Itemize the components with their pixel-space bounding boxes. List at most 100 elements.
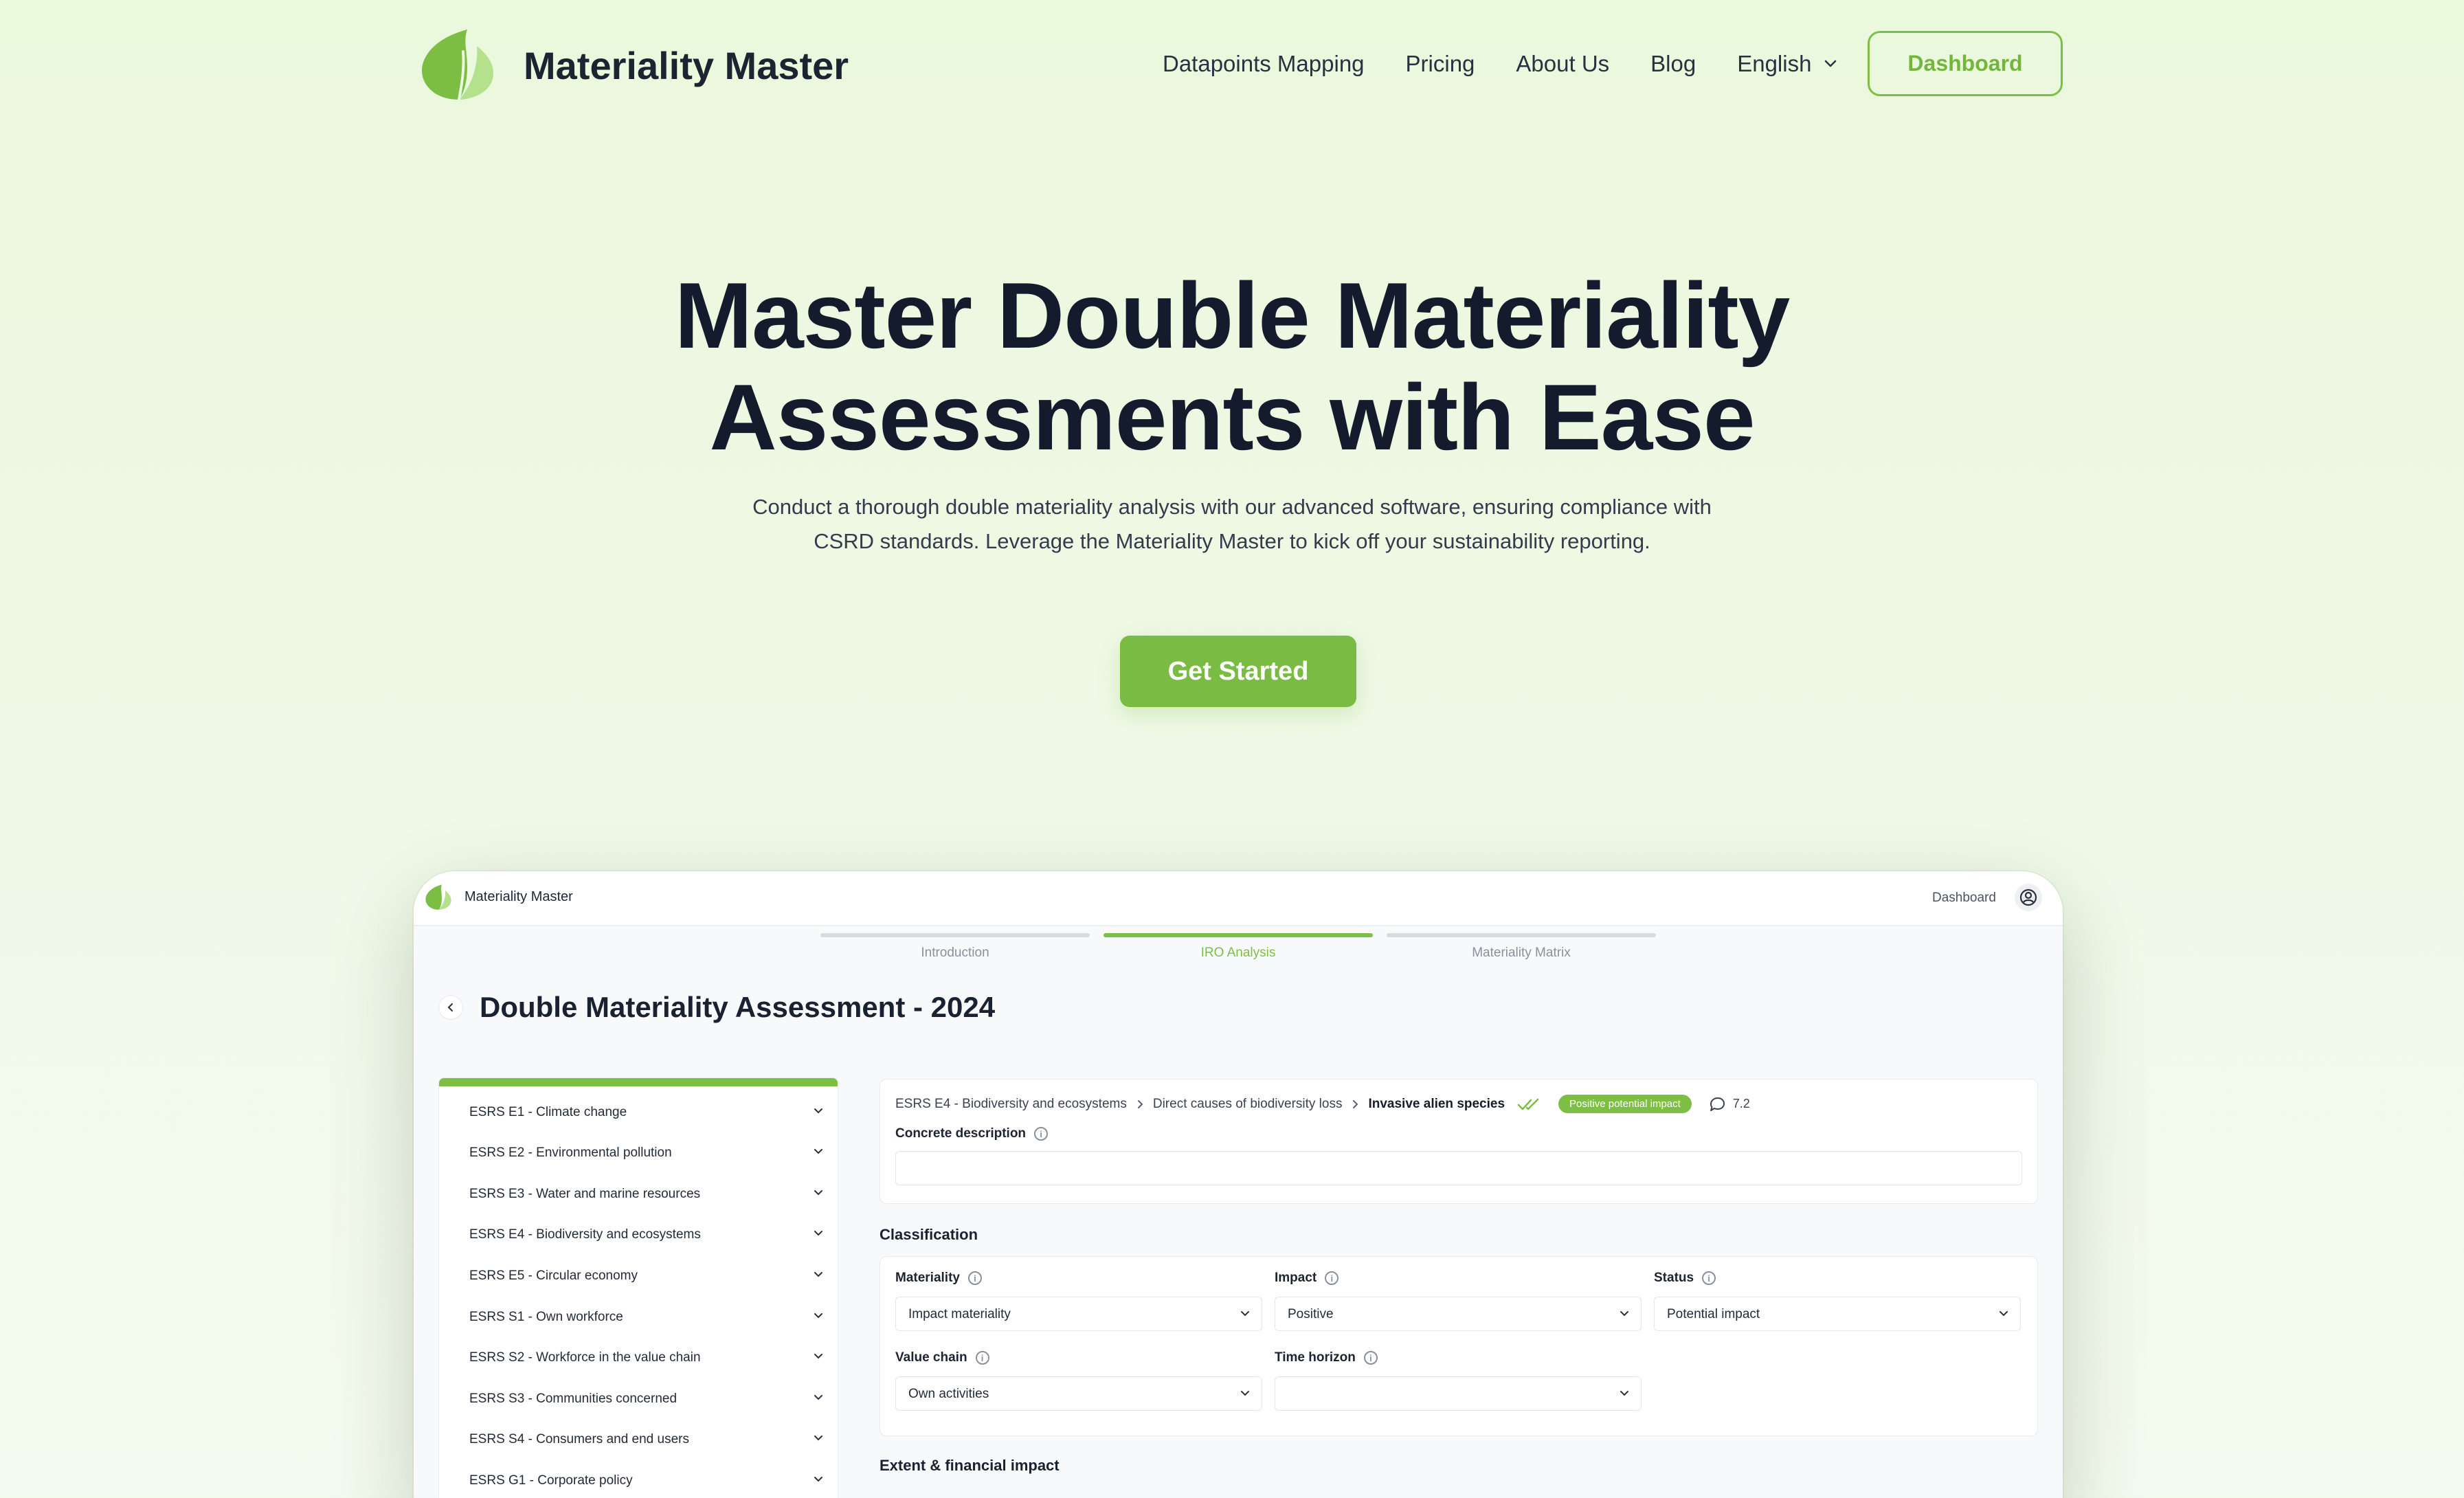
info-icon[interactable]: i — [975, 1351, 989, 1365]
status-label: Status i — [1654, 1271, 1716, 1286]
field-label-text: Status — [1654, 1271, 1694, 1285]
info-icon[interactable]: i — [1702, 1271, 1716, 1285]
sidebar-item-label: ESRS E2 - Environmental pollution — [469, 1145, 672, 1160]
hero-title-line-1: Master Double Materiality — [674, 263, 1791, 368]
hero-subtitle-line-2: CSRD standards. Leverage the Materiality… — [814, 529, 1650, 553]
esrs-topic-sidebar: ESRS E1 - Climate change ESRS E2 - Envir… — [438, 1077, 838, 1498]
chevron-down-icon — [1241, 1311, 1249, 1317]
info-icon[interactable]: i — [1325, 1271, 1339, 1285]
chevron-down-icon — [814, 1395, 822, 1400]
nav-link-blog[interactable]: Blog — [1650, 51, 1696, 77]
chevron-down-icon — [814, 1313, 822, 1319]
nav-links: Datapoints Mapping Pricing About Us Blog… — [1163, 41, 1837, 87]
nav-link-about-us[interactable]: About Us — [1516, 51, 1609, 77]
sidebar-item-esrs-e1[interactable]: ESRS E1 - Climate change — [439, 1092, 838, 1132]
language-selector[interactable]: English — [1737, 51, 1837, 77]
select-value: Own activities — [908, 1387, 989, 1401]
classification-title: Classification — [880, 1226, 978, 1243]
chevron-down-icon — [1620, 1391, 1628, 1396]
sidebar-item-esrs-e2[interactable]: ESRS E2 - Environmental pollution — [439, 1132, 838, 1173]
materiality-select[interactable]: Impact materiality — [895, 1297, 1262, 1331]
brand-name: Materiality Master — [524, 43, 849, 87]
field-label-text: Materiality — [895, 1271, 960, 1285]
chevron-down-icon — [814, 1108, 822, 1114]
step-label: Materiality Matrix — [1472, 946, 1571, 960]
sidebar-item-label: ESRS S2 - Workforce in the value chain — [469, 1350, 701, 1365]
sidebar-item-label: ESRS E1 - Climate change — [469, 1104, 627, 1119]
back-button[interactable] — [438, 995, 463, 1020]
chevron-down-icon — [814, 1354, 822, 1359]
chevron-down-icon — [814, 1477, 822, 1482]
user-account-button[interactable] — [2015, 884, 2042, 911]
comments-button[interactable]: 7.2 — [1708, 1096, 1750, 1113]
breadcrumb-topic[interactable]: ESRS E4 - Biodiversity and ecosystems — [895, 1097, 1127, 1112]
concrete-description-label: Concrete description i — [895, 1126, 1049, 1141]
info-icon[interactable]: i — [1363, 1351, 1378, 1365]
hero-title: Master Double Materiality Assessments wi… — [0, 265, 2464, 468]
dashboard-button[interactable]: Dashboard — [1868, 31, 2063, 96]
select-value: Positive — [1288, 1307, 1334, 1321]
sidebar-item-esrs-s3[interactable]: ESRS S3 - Communities concerned — [439, 1378, 838, 1419]
step-bar — [820, 933, 1090, 937]
sidebar-item-esrs-s1[interactable]: ESRS S1 - Own workforce — [439, 1297, 838, 1337]
chevron-right-icon — [1353, 1099, 1358, 1108]
step-bar — [1387, 933, 1656, 937]
time-horizon-label: Time horizon i — [1275, 1350, 1378, 1365]
sidebar-item-label: ESRS S4 - Consumers and end users — [469, 1431, 689, 1446]
sidebar-item-esrs-e3[interactable]: ESRS E3 - Water and marine resources — [439, 1174, 838, 1214]
breadcrumb-current: Invasive alien species — [1368, 1096, 1505, 1111]
step-materiality-matrix[interactable]: Materiality Matrix — [1387, 933, 1656, 961]
app-topbar: Materiality Master Dashboard — [414, 871, 2063, 926]
field-label-text: Impact — [1275, 1271, 1317, 1285]
chevron-down-icon — [1620, 1311, 1628, 1317]
classification-card: Materiality i Impact materiality Impact … — [880, 1256, 2038, 1436]
leaf-logo-icon — [425, 884, 451, 910]
impact-status-badge: Positive potential impact — [1558, 1095, 1692, 1113]
impact-select[interactable]: Positive — [1275, 1297, 1642, 1331]
field-label-text: Concrete description — [895, 1126, 1027, 1141]
sidebar-item-label: ESRS S3 - Communities concerned — [469, 1391, 677, 1406]
sidebar-item-label: ESRS E4 - Biodiversity and ecosystems — [469, 1227, 701, 1242]
progress-steps: Introduction IRO Analysis Materiality Ma… — [820, 933, 1672, 974]
chevron-left-icon — [447, 1003, 453, 1011]
step-bar — [1104, 933, 1373, 937]
select-value: Potential impact — [1667, 1307, 1760, 1321]
sidebar-item-esrs-s2[interactable]: ESRS S2 - Workforce in the value chain — [439, 1337, 838, 1378]
iro-header-card: ESRS E4 - Biodiversity and ecosystems Di… — [880, 1079, 2038, 1204]
app-preview: Materiality Master Dashboard Introductio… — [414, 871, 2063, 1498]
brand-logo-link[interactable]: Materiality Master — [419, 27, 849, 103]
sidebar-item-esrs-e4[interactable]: ESRS E4 - Biodiversity and ecosystems — [439, 1214, 838, 1255]
select-value: Impact materiality — [908, 1307, 1011, 1321]
value-chain-select[interactable]: Own activities — [895, 1376, 1262, 1411]
sidebar-accent-bar — [439, 1078, 838, 1086]
chevron-down-icon — [814, 1435, 822, 1441]
sidebar-item-label: ESRS E5 - Circular economy — [469, 1268, 638, 1283]
app-brand-name: Materiality Master — [464, 889, 573, 904]
page-title: Double Materiality Assessment - 2024 — [480, 991, 996, 1023]
nav-link-datapoints-mapping[interactable]: Datapoints Mapping — [1163, 51, 1365, 77]
concrete-description-input[interactable] — [895, 1151, 2022, 1185]
field-label-text: Value chain — [895, 1350, 967, 1365]
sidebar-item-esrs-e5[interactable]: ESRS E5 - Circular economy — [439, 1255, 838, 1296]
status-select[interactable]: Potential impact — [1654, 1297, 2021, 1331]
app-dashboard-link[interactable]: Dashboard — [1932, 891, 1996, 906]
sidebar-item-esrs-g1[interactable]: ESRS G1 - Corporate policy — [439, 1460, 838, 1498]
field-label-text: Time horizon — [1275, 1350, 1356, 1365]
hero-title-line-2: Assessments with Ease — [709, 365, 1755, 469]
chevron-down-icon — [814, 1149, 822, 1154]
leaf-logo-icon — [422, 30, 493, 101]
get-started-button[interactable]: Get Started — [1120, 636, 1356, 707]
breadcrumb-subtopic[interactable]: Direct causes of biodiversity loss — [1153, 1097, 1343, 1112]
chevron-down-icon — [814, 1231, 822, 1236]
nav-link-pricing[interactable]: Pricing — [1406, 51, 1475, 77]
chevron-right-icon — [1137, 1099, 1143, 1108]
sidebar-item-esrs-s4[interactable]: ESRS S4 - Consumers and end users — [439, 1419, 838, 1460]
extent-financial-impact-title: Extent & financial impact — [880, 1457, 1060, 1474]
language-label: English — [1737, 51, 1812, 76]
step-iro-analysis[interactable]: IRO Analysis — [1104, 933, 1373, 961]
step-introduction[interactable]: Introduction — [820, 933, 1090, 961]
info-icon[interactable]: i — [967, 1271, 982, 1285]
time-horizon-select[interactable] — [1275, 1376, 1642, 1411]
hero-subtitle-line-1: Conduct a thorough double materiality an… — [752, 495, 1712, 519]
info-icon[interactable]: i — [1034, 1127, 1049, 1141]
